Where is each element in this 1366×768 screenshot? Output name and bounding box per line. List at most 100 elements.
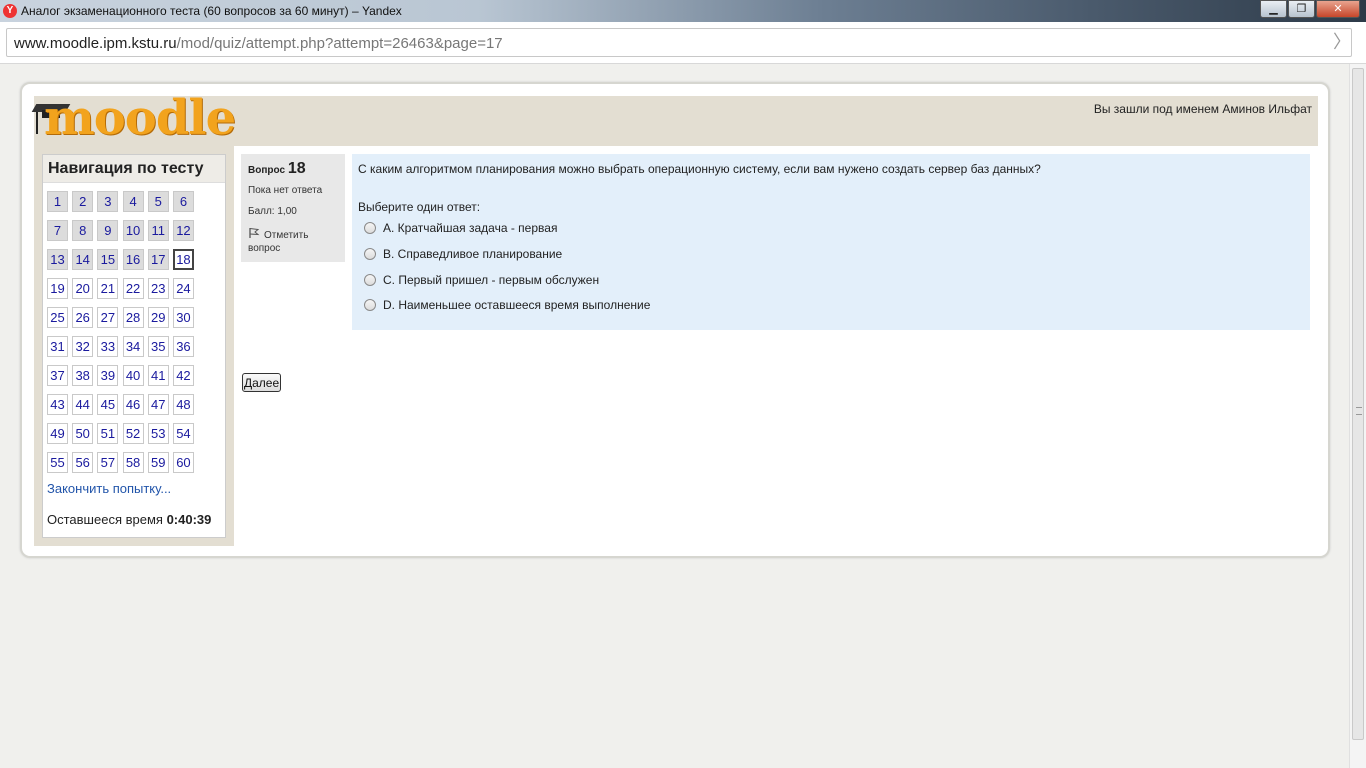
question-nav-button[interactable]: 6 xyxy=(172,191,194,212)
question-nav-button[interactable]: 15 xyxy=(97,249,119,270)
yandex-icon: Y xyxy=(3,4,17,18)
question-nav-button[interactable]: 26 xyxy=(72,307,94,328)
question-nav-button[interactable]: 42 xyxy=(172,365,194,386)
address-url[interactable]: www.moodle.ipm.kstu.ru/mod/quiz/attempt.… xyxy=(14,35,503,52)
question-nav-button[interactable]: 18 xyxy=(172,249,194,270)
question-nav-button[interactable]: 44 xyxy=(72,394,94,415)
question-nav-button[interactable]: 52 xyxy=(122,423,144,444)
question-nav-button[interactable]: 33 xyxy=(97,336,119,357)
question-nav-button[interactable]: 54 xyxy=(172,423,194,444)
question-number-value: 18 xyxy=(287,160,306,177)
question-nav-button[interactable]: 13 xyxy=(47,249,68,270)
question-nav-button[interactable]: 41 xyxy=(147,365,169,386)
flag-question-link[interactable]: Отметить вопрос xyxy=(248,227,340,255)
question-nav-button[interactable]: 55 xyxy=(47,452,68,473)
question-nav-button[interactable]: 3 xyxy=(97,191,119,212)
question-nav-button[interactable]: 24 xyxy=(172,278,194,299)
question-nav-button[interactable]: 45 xyxy=(97,394,119,415)
question-nav-button[interactable]: 23 xyxy=(147,278,169,299)
question-nav-button[interactable]: 51 xyxy=(97,423,119,444)
question-nav-button[interactable]: 57 xyxy=(97,452,119,473)
radio-icon[interactable] xyxy=(364,299,376,311)
question-nav-button[interactable]: 7 xyxy=(47,220,68,241)
question-nav-button[interactable]: 39 xyxy=(97,365,119,386)
question-nav-button[interactable]: 58 xyxy=(122,452,144,473)
question-nav-button[interactable]: 30 xyxy=(172,307,194,328)
question-nav-button[interactable]: 1 xyxy=(47,191,68,212)
question-nav-button[interactable]: 56 xyxy=(72,452,94,473)
next-button[interactable]: Далее xyxy=(242,373,282,392)
url-host: www.moodle.ipm.kstu.ru xyxy=(14,35,177,52)
radio-icon[interactable] xyxy=(364,222,376,234)
question-nav-button[interactable]: 60 xyxy=(172,452,194,473)
question-nav-button[interactable]: 34 xyxy=(122,336,144,357)
minimize-button[interactable]: ▁ xyxy=(1260,0,1287,18)
question-nav-button[interactable]: 5 xyxy=(147,191,169,212)
answer-prompt: Выберите один ответ: xyxy=(358,200,481,214)
quiz-navigation-heading: Навигация по тесту xyxy=(48,160,204,177)
question-nav-button[interactable]: 28 xyxy=(122,307,144,328)
question-nav-button[interactable]: 38 xyxy=(72,365,94,386)
question-nav-button[interactable]: 46 xyxy=(122,394,144,415)
question-nav-button[interactable]: 32 xyxy=(72,336,94,357)
question-nav-button[interactable]: 53 xyxy=(147,423,169,444)
timer-label: Оставшееся время xyxy=(47,512,163,527)
finish-attempt-link[interactable]: Закончить попытку... xyxy=(47,481,171,496)
question-grid: 1 2 3 4 5 6 7 8 9 10 11 12 13 14 15 16 17 18 19 20 21 22 23 24 2… xyxy=(47,191,227,473)
quiz-navigation-title: Навигация по тесту xyxy=(43,155,225,183)
window-titlebar: Y Аналог экзаменационного теста (60 вопр… xyxy=(0,0,1366,22)
question-nav-button[interactable]: 4 xyxy=(122,191,144,212)
question-text: С каким алгоритмом планирования можно вы… xyxy=(358,162,1041,176)
question-nav-button[interactable]: 59 xyxy=(147,452,169,473)
question-number-label: Вопрос xyxy=(248,165,286,176)
question-nav-button[interactable]: 31 xyxy=(47,336,68,357)
question-nav-button[interactable]: 48 xyxy=(172,394,194,415)
answer-label[interactable]: B. Справедливое планирование xyxy=(383,247,562,261)
question-nav-button[interactable]: 12 xyxy=(172,220,194,241)
question-nav-button[interactable]: 2 xyxy=(72,191,94,212)
question-nav-button[interactable]: 19 xyxy=(47,278,68,299)
logo-text: moodle xyxy=(44,90,236,146)
question-nav-button[interactable]: 22 xyxy=(122,278,144,299)
logged-in-info: Вы зашли под именем Аминов Ильфат xyxy=(1093,102,1312,116)
question-nav-button[interactable]: 17 xyxy=(147,249,169,270)
question-nav-button[interactable]: 43 xyxy=(47,394,68,415)
question-nav-button[interactable]: 36 xyxy=(172,336,194,357)
question-nav-button[interactable]: 20 xyxy=(72,278,94,299)
vertical-scrollbar[interactable] xyxy=(1349,64,1366,768)
question-nav-button[interactable]: 21 xyxy=(97,278,119,299)
question-nav-button[interactable]: 47 xyxy=(147,394,169,415)
answer-label[interactable]: A. Кратчайшая задача - первая xyxy=(383,221,557,235)
chevron-right-icon[interactable]: 〉 xyxy=(1333,32,1353,52)
question-nav-button[interactable]: 37 xyxy=(47,365,68,386)
question-nav-button[interactable]: 16 xyxy=(122,249,144,270)
window-title: Аналог экзаменационного теста (60 вопрос… xyxy=(21,4,402,18)
question-nav-button[interactable]: 29 xyxy=(147,307,169,328)
question-nav-button[interactable]: 8 xyxy=(72,220,94,241)
timer-value: 0:40:39 xyxy=(166,512,212,527)
question-nav-button[interactable]: 11 xyxy=(147,220,169,241)
graduation-cap-icon-tassel xyxy=(36,110,38,134)
address-bar[interactable]: www.moodle.ipm.kstu.ru/mod/quiz/attempt.… xyxy=(6,28,1352,57)
radio-icon[interactable] xyxy=(364,248,376,260)
question-nav-button[interactable]: 25 xyxy=(47,307,68,328)
question-nav-button[interactable]: 40 xyxy=(122,365,144,386)
window-controls: ▁ ❐ ✕ xyxy=(1259,0,1360,18)
radio-icon[interactable] xyxy=(364,274,376,286)
question-nav-button[interactable]: 35 xyxy=(147,336,169,357)
question-grade: Балл: 1,00 xyxy=(248,206,297,217)
scrollbar-thumb[interactable] xyxy=(1352,68,1364,740)
question-nav-button[interactable]: 49 xyxy=(47,423,68,444)
answer-label[interactable]: C. Первый пришел - первым обслужен xyxy=(383,273,599,287)
page-container: moodle Вы зашли под именем Аминов Ильфат… xyxy=(20,82,1330,558)
close-button[interactable]: ✕ xyxy=(1316,0,1360,18)
question-nav-button[interactable]: 14 xyxy=(72,249,94,270)
maximize-button[interactable]: ❐ xyxy=(1288,0,1315,18)
answer-label[interactable]: D. Наименьшее оставшееся время выполнени… xyxy=(383,298,650,312)
question-nav-button[interactable]: 10 xyxy=(122,220,144,241)
url-path: /mod/quiz/attempt.php?attempt=26463&page… xyxy=(176,35,503,52)
moodle-logo[interactable]: moodle xyxy=(31,90,236,146)
question-nav-button[interactable]: 50 xyxy=(72,423,94,444)
question-nav-button[interactable]: 9 xyxy=(97,220,119,241)
question-nav-button[interactable]: 27 xyxy=(97,307,119,328)
